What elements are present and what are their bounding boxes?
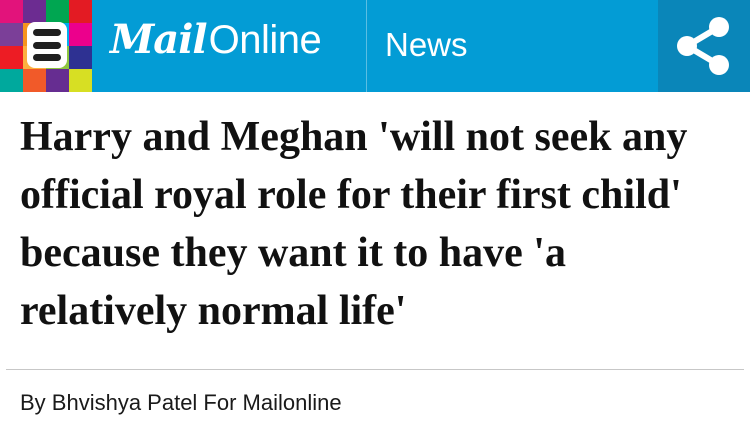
site-header: Mail Online News [0, 0, 750, 92]
mosaic-tile [69, 0, 92, 23]
mosaic-tile [0, 0, 23, 23]
article-page: Mail Online News Harry and Meghan 'will … [0, 0, 750, 424]
mosaic-tile [69, 46, 92, 69]
section-link-news[interactable]: News [385, 28, 468, 61]
article-byline[interactable]: By Bhvishya Patel For Mailonline [20, 392, 342, 414]
share-icon [677, 17, 729, 75]
share-button[interactable] [658, 0, 750, 92]
header-divider [366, 0, 367, 92]
mailonline-logo[interactable]: Mail Online [110, 16, 322, 72]
menu-button[interactable] [0, 0, 92, 92]
mosaic-tile [0, 23, 23, 46]
mosaic-tile [69, 69, 92, 92]
hamburger-menu-icon [27, 22, 67, 68]
mosaic-tile [46, 69, 69, 92]
mosaic-tile [46, 0, 69, 23]
mosaic-tile [23, 0, 46, 23]
logo-mail-text: Mail [110, 16, 208, 63]
mosaic-tile [0, 46, 23, 69]
headline-divider [6, 369, 744, 370]
mosaic-tile [0, 69, 23, 92]
article-headline: Harry and Meghan 'will not seek any offi… [20, 114, 688, 334]
logo-online-text: Online [208, 18, 322, 62]
mosaic-tile [23, 69, 46, 92]
mosaic-tile [69, 23, 92, 46]
